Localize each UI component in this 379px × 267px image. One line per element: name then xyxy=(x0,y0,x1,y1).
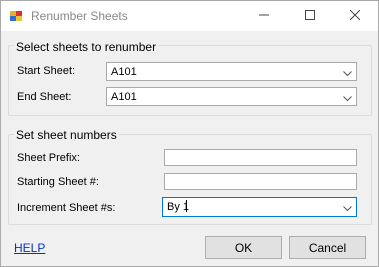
select-sheets-group-title: Select sheets to renumber xyxy=(14,40,159,54)
increment-sheet-dropdown[interactable]: By 1 xyxy=(162,197,357,217)
help-link[interactable]: HELP xyxy=(14,241,45,255)
renumber-sheets-dialog: Renumber Sheets Select sheets to renumbe… xyxy=(0,0,379,267)
end-sheet-value: A101 xyxy=(111,91,137,103)
window-title: Renumber Sheets xyxy=(31,9,128,23)
minimize-icon xyxy=(259,10,269,23)
chevron-down-icon xyxy=(343,203,352,212)
starting-sheet-input[interactable] xyxy=(164,173,357,190)
end-sheet-label: End Sheet: xyxy=(17,91,72,103)
maximize-button[interactable] xyxy=(287,1,333,31)
start-sheet-value: A101 xyxy=(111,66,137,78)
title-bar: Renumber Sheets xyxy=(1,1,378,31)
start-sheet-label: Start Sheet: xyxy=(17,65,76,77)
sheet-prefix-input[interactable] xyxy=(164,149,357,166)
close-icon xyxy=(349,9,361,23)
chevron-down-icon xyxy=(343,93,352,102)
starting-sheet-label: Starting Sheet #: xyxy=(17,176,99,188)
ok-button[interactable]: OK xyxy=(205,236,282,259)
set-sheet-numbers-group-title: Set sheet numbers xyxy=(14,128,119,142)
cancel-button[interactable]: Cancel xyxy=(289,236,366,259)
sheet-prefix-label: Sheet Prefix: xyxy=(17,152,80,164)
start-sheet-dropdown[interactable]: A101 xyxy=(106,62,357,81)
minimize-button[interactable] xyxy=(241,1,287,31)
app-icon xyxy=(9,9,23,23)
maximize-icon xyxy=(305,9,315,23)
close-button[interactable] xyxy=(332,1,378,31)
increment-sheet-label: Increment Sheet #s: xyxy=(17,202,116,214)
text-caret xyxy=(186,200,187,212)
chevron-down-icon xyxy=(343,68,352,77)
end-sheet-dropdown[interactable]: A101 xyxy=(106,87,357,106)
